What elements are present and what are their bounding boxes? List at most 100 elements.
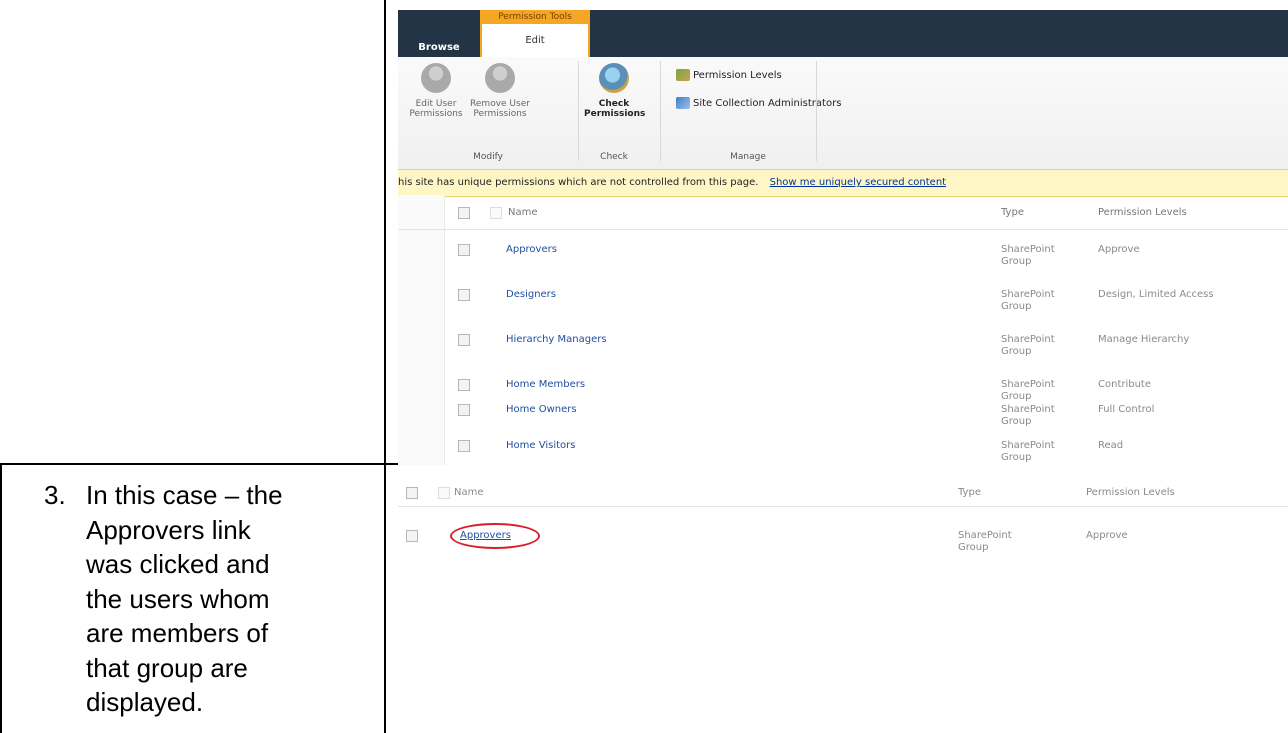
approvers-screenshot: Name Type Permission Levels Approvers Sh…: [398, 478, 1288, 733]
type-cell: SharePoint Group: [1001, 244, 1055, 268]
type-line: SharePoint: [958, 530, 1012, 541]
row-checkbox[interactable]: [406, 530, 418, 542]
remove-user-permissions-button[interactable]: Remove User Permissions: [470, 63, 530, 119]
button-label: Site Collection Administrators: [693, 98, 842, 109]
group-label-check: Check: [600, 152, 628, 162]
type-cell: SharePoint Group: [958, 530, 1012, 554]
step-line: displayed.: [86, 687, 204, 717]
row-checkbox[interactable]: [458, 440, 470, 452]
permission-level-cell: Design, Limited Access: [1098, 289, 1214, 300]
column-checkbox: [438, 487, 450, 499]
row-checkbox[interactable]: [458, 404, 470, 416]
permission-level-cell: Approve: [1098, 244, 1140, 255]
group-separator: [816, 61, 817, 161]
group-label-manage: Manage: [730, 152, 766, 162]
step-line: the users whom: [86, 583, 270, 614]
group-link[interactable]: Home Visitors: [506, 440, 575, 451]
type-cell: SharePoint Group: [1001, 334, 1055, 358]
row-checkbox[interactable]: [458, 244, 470, 256]
table-row: Approvers SharePoint Group Approve: [398, 236, 1288, 281]
row-checkbox[interactable]: [458, 379, 470, 391]
permission-level-cell: Manage Hierarchy: [1098, 334, 1190, 345]
ribbon-header: Permission Tools Browse Edit: [398, 10, 1288, 57]
permission-level-cell: Contribute: [1098, 379, 1152, 390]
group-link[interactable]: Home Owners: [506, 404, 577, 415]
type-line: SharePoint: [1001, 440, 1055, 451]
unique-permissions-infobar: his site has unique permissions which ar…: [398, 169, 1288, 197]
permission-levels-icon: [676, 69, 690, 81]
infobar-text: his site has unique permissions which ar…: [398, 177, 759, 188]
permission-levels-button[interactable]: Permission Levels: [676, 69, 782, 81]
button-label: Permissions: [473, 109, 527, 119]
group-separator: [578, 61, 579, 161]
group-separator: [660, 61, 661, 161]
type-cell: SharePoint Group: [1001, 404, 1055, 428]
table-row: Home Visitors SharePoint Group Read: [398, 432, 1288, 465]
admins-icon: [676, 97, 690, 109]
select-all-checkbox[interactable]: [458, 207, 470, 219]
type-line: Group: [1001, 346, 1032, 357]
step-line: was clicked and: [86, 549, 270, 579]
table-row: Designers SharePoint Group Design, Limite…: [398, 281, 1288, 326]
button-label: Remove User: [470, 99, 530, 109]
table-row: Hierarchy Managers SharePoint Group Manag…: [398, 326, 1288, 371]
permission-level-cell: Full Control: [1098, 404, 1155, 415]
type-line: SharePoint: [1001, 404, 1055, 415]
column-name[interactable]: Name: [454, 487, 484, 498]
button-label: Edit User: [415, 99, 457, 109]
type-cell: SharePoint Group: [1001, 289, 1055, 313]
tab-edit[interactable]: Edit: [480, 24, 590, 57]
column-type[interactable]: Type: [958, 487, 981, 498]
column-type[interactable]: Type: [1001, 207, 1024, 218]
type-line: Group: [1001, 452, 1032, 463]
show-secured-content-link[interactable]: Show me uniquely secured content: [770, 177, 946, 188]
column-permission-levels[interactable]: Permission Levels: [1098, 207, 1187, 218]
type-line: Group: [1001, 301, 1032, 312]
button-label: Check: [598, 99, 630, 109]
group-link[interactable]: Home Members: [506, 379, 585, 390]
permission-level-cell: Read: [1098, 440, 1124, 451]
context-group-label: Permission Tools: [480, 10, 590, 24]
group-link[interactable]: Designers: [506, 289, 556, 300]
column-name[interactable]: Name: [508, 207, 538, 218]
type-line: SharePoint: [1001, 379, 1055, 390]
type-line: SharePoint: [1001, 289, 1055, 300]
row-checkbox[interactable]: [458, 334, 470, 346]
step-line: Approvers link: [86, 514, 251, 545]
magnifier-icon: [599, 63, 629, 93]
type-line: SharePoint: [1001, 334, 1055, 345]
step-line: are members of: [86, 618, 269, 648]
step-instruction: 3. In this case – the Approvers link was…: [44, 478, 376, 720]
edit-user-permissions-button[interactable]: Edit User Permissions: [406, 63, 466, 119]
grid-header: Name Type Permission Levels: [398, 195, 1288, 230]
group-link[interactable]: Hierarchy Managers: [506, 334, 607, 345]
users-icon: [421, 63, 451, 93]
table-border-left: [0, 463, 2, 733]
type-line: Group: [958, 542, 989, 553]
button-label: Permissions: [584, 109, 646, 119]
type-line: Group: [1001, 416, 1032, 427]
users-icon: [485, 63, 515, 93]
column-permission-levels[interactable]: Permission Levels: [1086, 487, 1175, 498]
check-permissions-button[interactable]: Check Permissions: [584, 63, 646, 119]
type-line: SharePoint: [1001, 244, 1055, 255]
select-all-checkbox[interactable]: [406, 487, 418, 499]
highlight-circle: [450, 523, 540, 549]
step-line: that group are: [86, 652, 248, 683]
permission-level-cell: Approve: [1086, 530, 1128, 541]
permissions-page-screenshot: Permission Tools Browse Edit Edit User P…: [398, 10, 1288, 465]
column-checkbox: [490, 207, 502, 219]
type-cell: SharePoint Group: [1001, 440, 1055, 464]
button-label: Permissions: [409, 109, 463, 119]
ribbon-body: Edit User Permissions Remove User Permis…: [398, 57, 1288, 170]
row-checkbox[interactable]: [458, 289, 470, 301]
group-label-modify: Modify: [473, 152, 503, 162]
type-line: Group: [1001, 256, 1032, 267]
step-number: 3.: [44, 480, 66, 510]
step-line: In this case – the: [86, 480, 283, 510]
group-link[interactable]: Approvers: [506, 244, 557, 255]
grid-header: Name Type Permission Levels: [398, 478, 1288, 507]
button-label: Permission Levels: [693, 70, 782, 81]
table-border-left-col: [384, 0, 386, 733]
tab-browse[interactable]: Browse: [398, 39, 480, 57]
